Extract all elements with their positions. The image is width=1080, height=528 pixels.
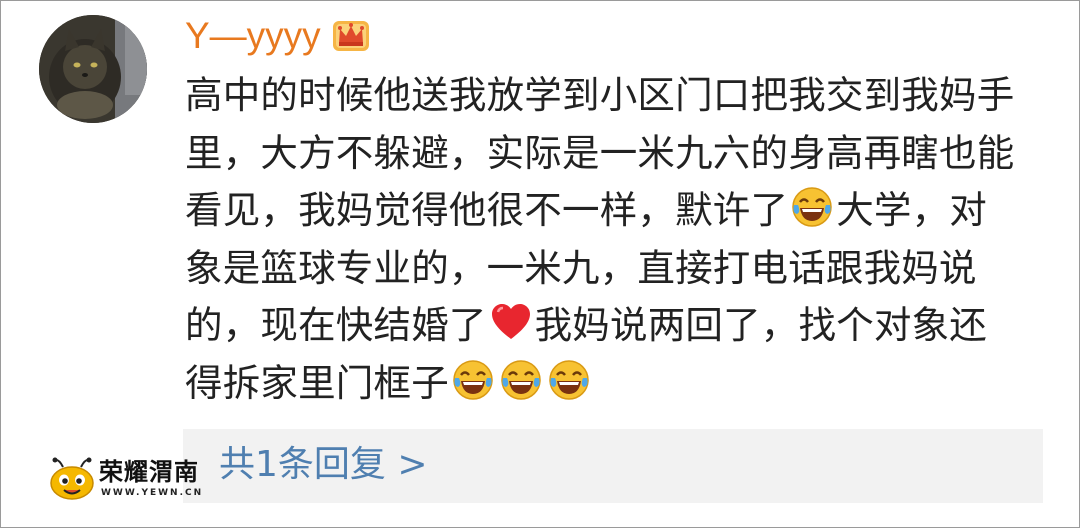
comment-line: 象是篮球专业的，一米九，直接打电话跟我妈说 xyxy=(185,240,1055,298)
comment-line-text: 大学，对 xyxy=(836,188,988,232)
comment-line-text: 里，大方不躲避，实际是一米九六的身高再瞎也能 xyxy=(185,130,1015,175)
comment-line-text: 得拆家里门框子 xyxy=(185,360,449,405)
comment-line: 的，现在快结婚了 我妈说两回了，找个对象还 xyxy=(185,297,1055,355)
watermark-url: WWW.YEWN.CN xyxy=(101,488,204,498)
user-avatar[interactable] xyxy=(39,15,147,123)
watermark-name: 荣耀渭南 xyxy=(99,458,199,486)
comment-line: 看见，我妈觉得他很不一样，默许了 大学，对 xyxy=(185,182,1055,240)
comment-line-text: 高中的时候他送我放学到小区门口把我交到我妈手 xyxy=(185,73,1015,117)
laugh-cry-emoji-icon xyxy=(501,359,541,400)
laugh-cry-emoji-icon xyxy=(549,359,589,400)
crown-icon xyxy=(333,21,369,51)
cat-avatar-icon xyxy=(39,15,147,123)
comment-line: 得拆家里门框子 xyxy=(185,355,1055,413)
comment-line: 里，大方不躲避，实际是一米九六的身高再瞎也能 xyxy=(185,125,1055,183)
username[interactable]: Y—yyyy xyxy=(185,11,321,61)
comment-text: 高中的时候他送我放学到小区门口把我交到我妈手 里，大方不躲避，实际是一米九六的身… xyxy=(185,67,1055,412)
red-heart-emoji-icon xyxy=(491,304,530,339)
replies-link[interactable]: 共1条回复 > xyxy=(183,429,1043,503)
laugh-cry-emoji-icon xyxy=(453,359,493,400)
bee-logo-icon xyxy=(50,457,94,500)
comment-line-text: 看见，我妈觉得他很不一样，默许了 xyxy=(185,188,789,232)
comment-line-text: 象是篮球专业的，一米九，直接打电话跟我妈说 xyxy=(185,245,977,290)
replies-count-label[interactable]: 共1条回复 > xyxy=(219,439,428,491)
comment-line-text: 的，现在快结婚了 xyxy=(185,303,487,347)
comment-line: 高中的时候他送我放学到小区门口把我交到我妈手 xyxy=(185,67,1055,125)
comment-line-text: 我妈说两回了，找个对象还 xyxy=(534,303,988,347)
comment-card: Y—yyyy 高中的时候他送我放学到小区门口把我交到我妈手 里，大方不躲避，实际… xyxy=(0,0,1080,528)
laugh-cry-emoji-icon xyxy=(792,187,832,227)
watermark: 荣耀渭南 WWW.YEWN.CN xyxy=(49,457,219,507)
